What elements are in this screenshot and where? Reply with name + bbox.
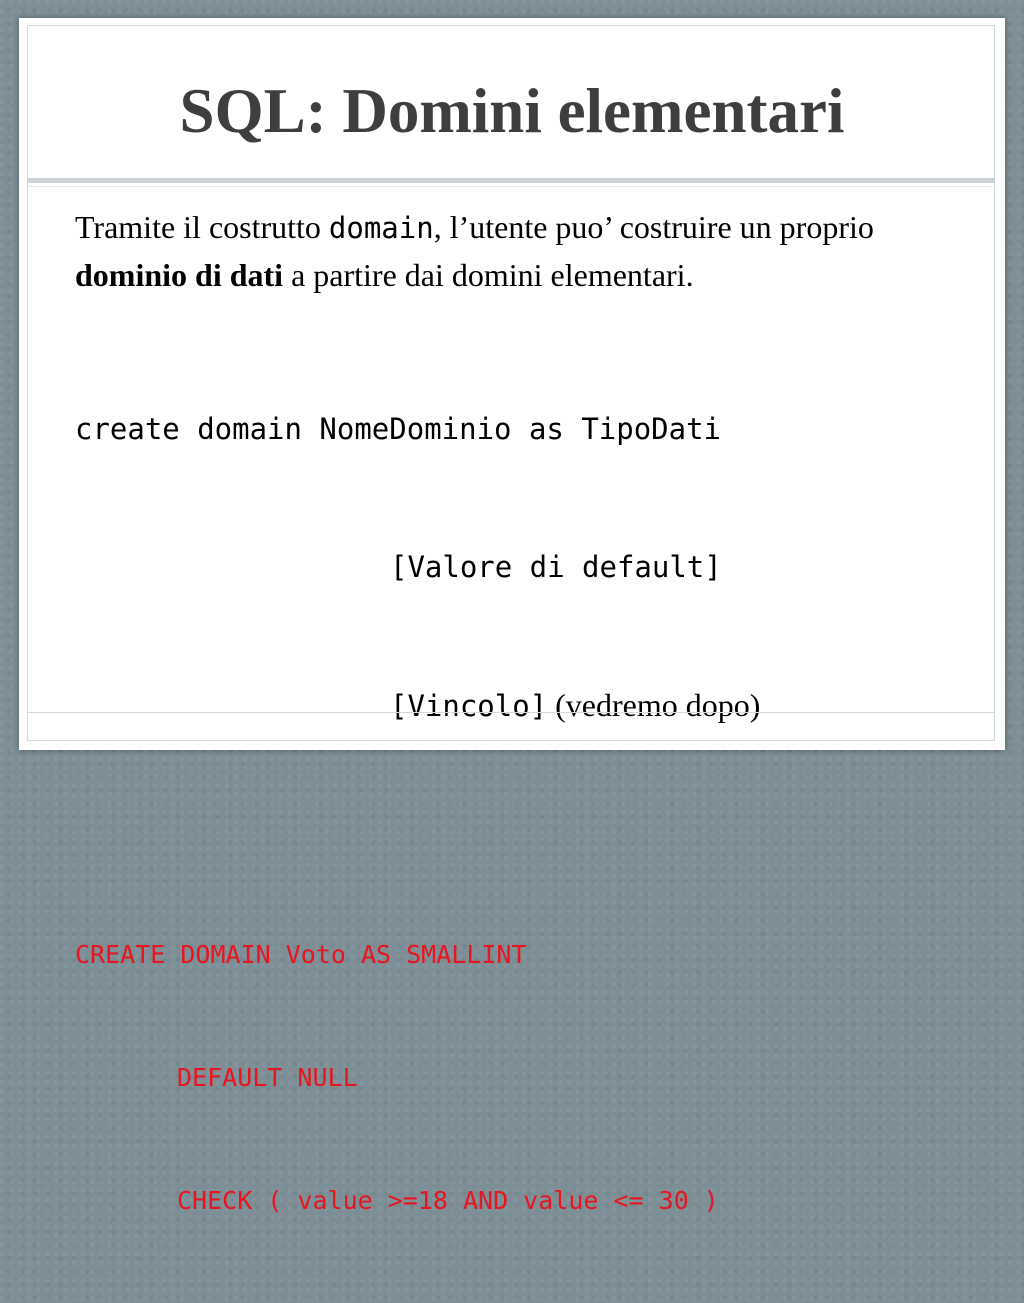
slide-title: SQL: Domini elementari (179, 76, 845, 146)
title-divider (27, 178, 995, 183)
intro-text-3: a partire dai domini elementari. (283, 257, 694, 293)
example-line-1: CREATE DOMAIN Voto AS SMALLINT (75, 940, 527, 969)
example-line-3: CHECK ( value >=18 AND value <= 30 ) (177, 1186, 719, 1215)
slide: SQL: Domini elementari Tramite il costru… (19, 18, 1005, 1215)
example-line-2: DEFAULT NULL (177, 1063, 358, 1092)
syntax-line-2: [Valore di default] (390, 550, 722, 584)
syntax-note: (vedremo dopo) (547, 687, 761, 723)
footer-divider (27, 712, 995, 713)
syntax-line-1: create domain NomeDominio as TipoDati (75, 412, 722, 446)
intro-bold-term: dominio di dati (75, 257, 284, 293)
intro-text-2: , l’utente puo’ costruire un proprio (433, 209, 874, 245)
syntax-line-3: [Vincolo] (vedremo dopo) (75, 682, 955, 729)
intro-paragraph: Tramite il costrutto domain, l’utente pu… (75, 204, 955, 299)
syntax-constraint: [Vincolo] (390, 689, 548, 723)
title-divider-light (27, 186, 995, 187)
example-code-block: CREATE DOMAIN Voto AS SMALLINT DEFAULT N… (75, 852, 955, 1303)
syntax-block: create domain NomeDominio as TipoDati [V… (75, 314, 955, 821)
intro-text-1: Tramite il costrutto (75, 209, 329, 245)
domain-keyword: domain (328, 211, 434, 245)
slide-body: Tramite il costrutto domain, l’utente pu… (75, 204, 955, 1303)
